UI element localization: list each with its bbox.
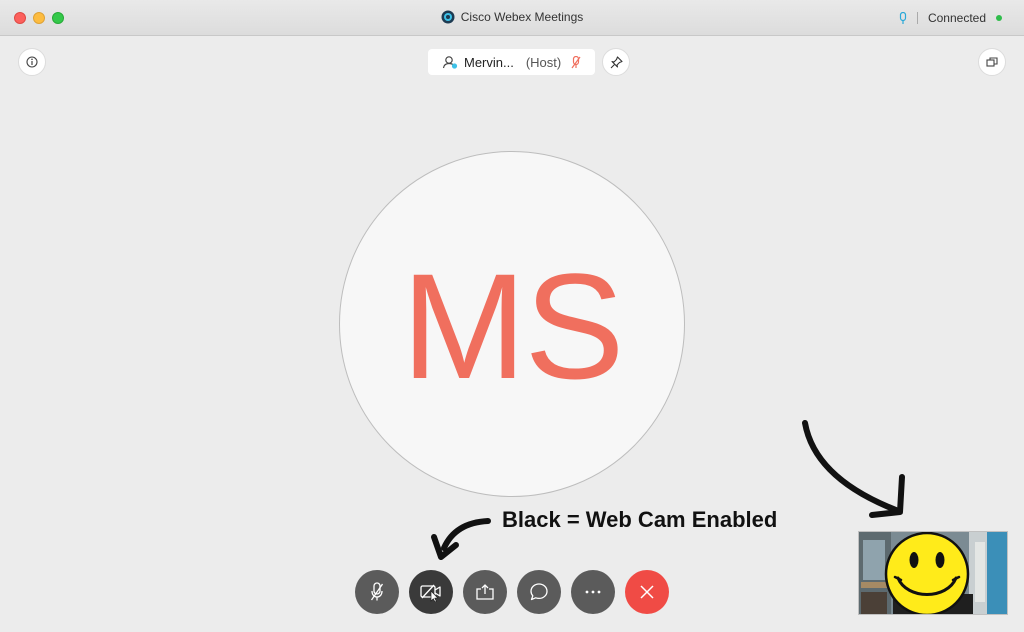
connection-status-text: Connected [927,11,986,25]
connected-indicator-icon [996,15,1002,21]
chat-icon [530,583,548,601]
pin-icon [610,55,623,68]
video-button[interactable] [409,570,453,614]
close-icon [640,585,654,599]
microphone-muted-icon [571,55,581,68]
mute-button[interactable] [355,570,399,614]
window-title-area: Cisco Webex Meetings [0,10,1024,24]
host-name-pill[interactable]: Mervin... (Host) [428,49,595,75]
webex-logo-icon [441,10,455,24]
annotation-label: Black = Web Cam Enabled [502,507,778,532]
microphone-icon [899,11,907,24]
status-separator [916,12,918,24]
host-name: Mervin... [464,54,514,70]
layout-button[interactable] [978,48,1006,76]
meeting-controls [355,570,669,614]
microphone-muted-icon [370,582,384,601]
connection-status: Connected [899,11,1002,25]
title-bar: Cisco Webex Meetings Connected [0,0,1024,36]
window-title: Cisco Webex Meetings [460,10,584,24]
host-role: (Host) [525,54,562,70]
chat-button[interactable] [517,570,561,614]
meeting-info-button[interactable] [18,48,46,76]
arrow-to-self-view-icon [802,420,905,518]
self-view-video[interactable] [858,531,1008,615]
share-icon [476,584,494,600]
arrow-to-video-button-icon [431,518,491,560]
more-icon [585,590,601,594]
pin-button[interactable] [602,48,630,76]
share-button[interactable] [463,570,507,614]
host-icon [442,56,458,69]
end-meeting-button[interactable] [625,570,669,614]
more-button[interactable] [571,570,615,614]
info-icon [26,56,38,68]
video-camera-icon [420,584,441,602]
smiley-face-icon [884,532,970,614]
participant-avatar: MS [339,151,685,497]
participant-initials: MS [401,242,625,410]
layout-icon [986,57,998,67]
